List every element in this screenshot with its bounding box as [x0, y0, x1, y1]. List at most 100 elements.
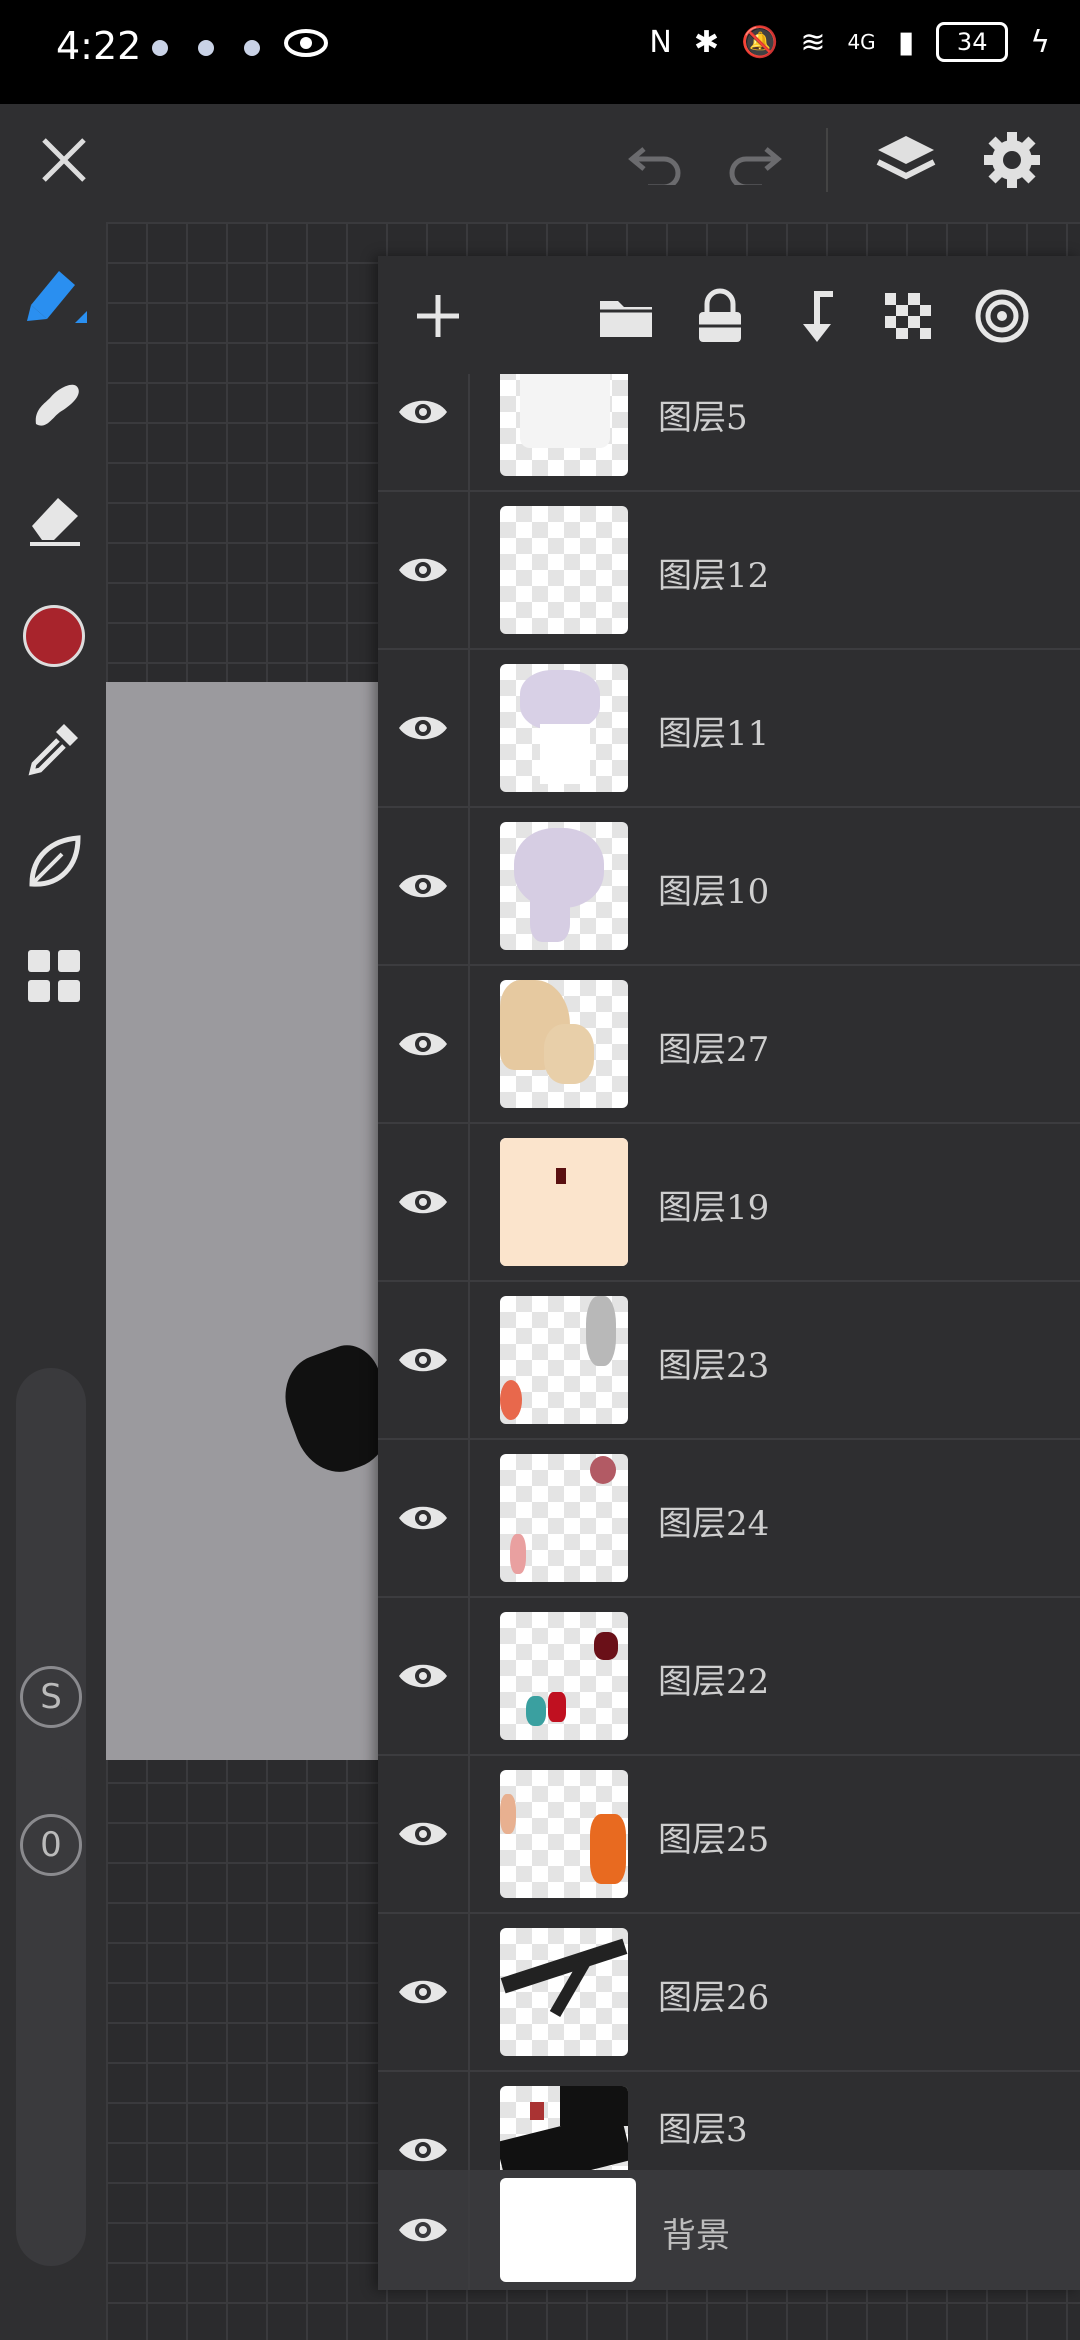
visibility-toggle[interactable] — [378, 2170, 470, 2290]
layer-row[interactable]: 图层11 — [378, 650, 1080, 808]
layer-thumbnail — [500, 1928, 628, 2056]
pen-icon — [27, 271, 87, 323]
eye-icon — [399, 1664, 447, 1688]
eraser-tool-button[interactable] — [14, 478, 94, 558]
grid-icon — [28, 950, 80, 1002]
leaf-icon — [29, 835, 81, 887]
checkerboard-icon — [885, 293, 931, 339]
folder-button[interactable] — [588, 278, 664, 354]
layer-thumbnail — [500, 2086, 628, 2170]
layer-name: 图层27 — [658, 1030, 770, 1070]
eye-icon — [399, 2218, 447, 2242]
eraser-icon — [30, 498, 80, 546]
mute-icon: 🔕 — [740, 24, 779, 60]
artboard[interactable] — [106, 682, 390, 1760]
visibility-toggle[interactable] — [378, 1282, 470, 1438]
notification-dot-icon — [244, 40, 260, 56]
visibility-toggle[interactable] — [378, 2072, 470, 2170]
lock-icon — [699, 288, 741, 342]
layer-thumbnail — [500, 1138, 628, 1266]
battery-icon: 34 — [936, 22, 1009, 62]
layer-row[interactable]: 图层26 — [378, 1914, 1080, 2072]
layer-name: 图层25 — [658, 1820, 770, 1860]
target-icon — [975, 289, 1029, 343]
layer-list-scroll[interactable]: 图层5 图层12 图层11 图层10 图层27 图层19 图层23 图层24 图层22 图层25 图… — [378, 374, 1080, 2170]
eye-icon — [399, 1190, 447, 1214]
gear-icon — [984, 132, 1040, 188]
visibility-toggle[interactable] — [378, 374, 470, 490]
visibility-toggle[interactable] — [378, 808, 470, 964]
visibility-toggle[interactable] — [378, 650, 470, 806]
gallery-button[interactable] — [14, 936, 94, 1016]
merge-down-button[interactable] — [776, 278, 852, 354]
layer-thumbnail — [500, 374, 628, 476]
redo-button[interactable] — [714, 120, 794, 200]
merge-down-icon — [803, 291, 833, 342]
status-icons: N ✱ 🔕 ≋ 4G ▮ 34 ϟ — [649, 22, 1050, 62]
eye-icon — [399, 1032, 447, 1056]
folder-icon — [600, 301, 652, 337]
layer-name: 图层12 — [658, 556, 770, 596]
layer-name: 图层26 — [658, 1978, 770, 2018]
layers-panel: 图层5 图层12 图层11 图层10 图层27 图层19 图层23 图层24 图层22 图层25 图… — [378, 256, 1080, 2290]
layer-row[interactable]: 图层382% — [378, 2072, 1080, 2170]
visibility-toggle[interactable] — [378, 966, 470, 1122]
layer-name: 图层5 — [658, 398, 748, 438]
layer-row[interactable]: 图层12 — [378, 492, 1080, 650]
transparency-lock-button[interactable] — [870, 278, 946, 354]
eye-icon — [399, 874, 447, 898]
current-color-swatch — [23, 605, 85, 667]
layer-name: 图层3 — [658, 2110, 748, 2150]
pen-tool-button[interactable] — [14, 254, 94, 334]
close-button[interactable] — [24, 120, 104, 200]
layer-row[interactable]: 图层10 — [378, 808, 1080, 966]
layer-row[interactable]: 图层25 — [378, 1756, 1080, 1914]
color-picker-button[interactable] — [14, 596, 94, 676]
opacity-knob[interactable]: 0 — [20, 1814, 82, 1876]
left-toolbar: S 0 — [0, 222, 106, 2340]
size-knob[interactable]: S — [20, 1666, 82, 1728]
status-bar: 4:22 N ✱ 🔕 ≋ 4G ▮ 34 ϟ — [0, 0, 1080, 104]
visibility-toggle[interactable] — [378, 492, 470, 648]
layer-thumbnail — [500, 1454, 628, 1582]
nfc-icon: N — [649, 24, 672, 60]
layer-row[interactable]: 图层23 — [378, 1282, 1080, 1440]
eye-icon — [399, 1348, 447, 1372]
layer-row[interactable]: 图层22 — [378, 1598, 1080, 1756]
opacity-label: 0 — [40, 1825, 62, 1865]
add-icon — [417, 295, 459, 337]
layer-name: 图层22 — [658, 1662, 770, 1702]
layer-row[interactable]: 图层19 — [378, 1124, 1080, 1282]
visibility-toggle[interactable] — [378, 1440, 470, 1596]
layers-button[interactable] — [864, 118, 948, 202]
eye-icon — [399, 2138, 447, 2162]
settings-button[interactable] — [970, 118, 1054, 202]
layer-row[interactable]: 图层5 — [378, 374, 1080, 492]
eye-status-icon — [284, 29, 328, 57]
background-thumbnail — [500, 2178, 636, 2282]
layer-thumbnail — [500, 1296, 628, 1424]
eye-icon — [399, 400, 447, 424]
visibility-toggle[interactable] — [378, 1124, 470, 1280]
eyedropper-icon — [28, 724, 78, 776]
visibility-toggle[interactable] — [378, 1598, 470, 1754]
visibility-toggle[interactable] — [378, 1756, 470, 1912]
visibility-toggle[interactable] — [378, 1914, 470, 2070]
layer-thumbnail — [500, 506, 628, 634]
layer-thumbnail — [500, 1612, 628, 1740]
background-layer-row[interactable]: 背景 — [378, 2170, 1080, 2290]
status-time: 4:22 — [56, 24, 142, 68]
smudge-tool-button[interactable] — [14, 364, 94, 444]
close-icon — [42, 138, 86, 182]
lock-button[interactable] — [682, 278, 758, 354]
undo-button[interactable] — [616, 120, 696, 200]
eyedropper-tool-button[interactable] — [14, 708, 94, 788]
layer-row[interactable]: 图层24 — [378, 1440, 1080, 1598]
layer-row[interactable]: 图层27 — [378, 966, 1080, 1124]
reference-button[interactable] — [964, 278, 1040, 354]
layers-icon — [876, 136, 936, 180]
layers-panel-header — [378, 256, 1080, 374]
add-layer-button[interactable] — [400, 278, 476, 354]
vector-tool-button[interactable] — [14, 822, 94, 902]
eye-icon — [399, 1506, 447, 1530]
